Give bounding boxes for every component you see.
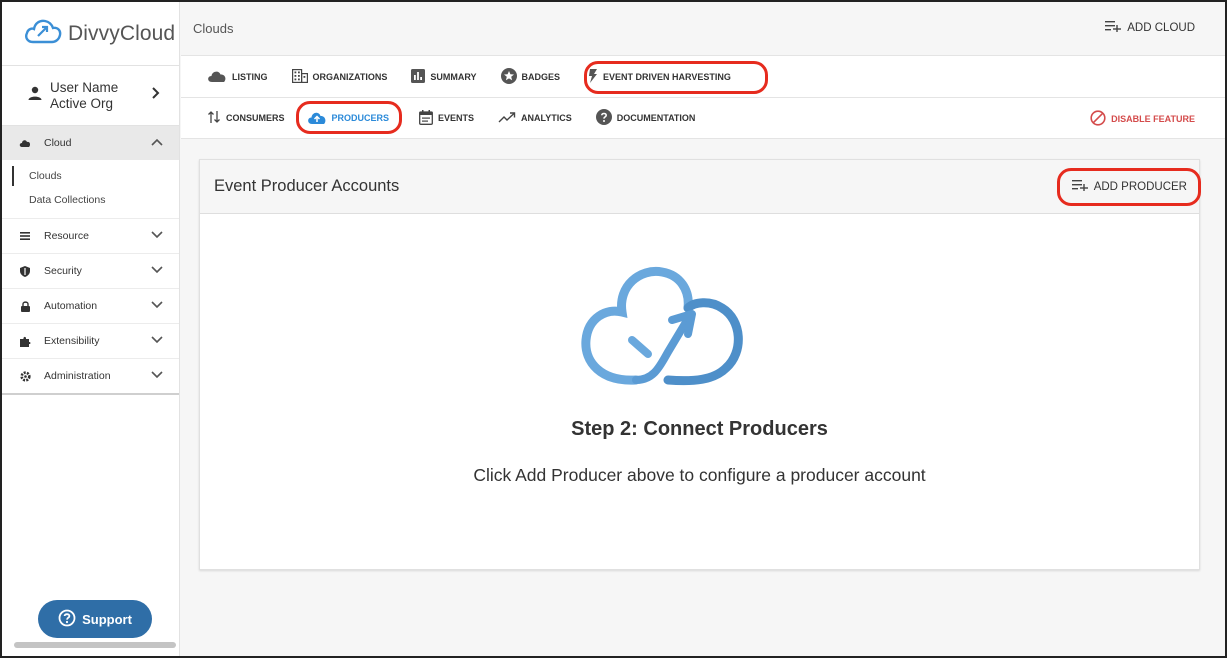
calendar-icon [419, 109, 433, 127]
sidebar-section-label: Security [44, 265, 82, 277]
user-menu[interactable]: User Name Active Org [2, 66, 179, 126]
chevron-right-icon [151, 86, 161, 105]
tab-label: ORGANIZATIONS [312, 71, 388, 82]
tab-documentation[interactable]: DOCUMENTATION [595, 109, 696, 127]
tab-label: DOCUMENTATION [616, 113, 696, 123]
tab-label: EVENTS [438, 113, 475, 123]
chevron-up-icon[interactable] [151, 137, 163, 149]
add-cloud-button[interactable]: ADD CLOUD [1105, 20, 1195, 35]
card-title: Event Producer Accounts [214, 177, 400, 195]
primary-tabs: LISTING ORGANIZATIONS SUMMARY BADGES EVE… [181, 56, 1225, 98]
cloud-submenu: Clouds Data Collections [2, 160, 179, 218]
chevron-down-icon[interactable] [151, 265, 163, 277]
sort-arrows-icon [207, 110, 221, 126]
chevron-down-icon[interactable] [151, 300, 163, 312]
divvycloud-logo-icon [24, 16, 62, 51]
puzzle-icon [18, 336, 32, 347]
page-title: Clouds [193, 21, 234, 36]
add-cloud-label: ADD CLOUD [1127, 21, 1195, 34]
lock-icon [18, 300, 32, 312]
list-icon [18, 232, 32, 240]
tab-label: ANALYTICS [521, 113, 572, 123]
empty-state-subtitle: Click Add Producer above to configure a … [473, 465, 926, 485]
tab-label: LISTING [232, 71, 268, 82]
trend-icon [498, 111, 516, 125]
building-icon [291, 68, 308, 85]
card-header: Event Producer Accounts ADD PRODUCER [200, 160, 1201, 214]
cloud-icon [207, 70, 227, 84]
sidebar-section-label: Extensibility [44, 335, 100, 347]
block-icon [1090, 110, 1106, 128]
tab-badges[interactable]: BADGES [500, 67, 561, 86]
highlight-producers [296, 101, 402, 134]
producer-accounts-card: Event Producer Accounts ADD PRODUCER Ste… [199, 159, 1201, 570]
support-label: Support [82, 611, 132, 627]
sidebar: DivvyCloud User Name Active Org Cloud Cl… [2, 2, 180, 656]
support-button[interactable]: Support [38, 600, 152, 638]
tab-summary[interactable]: SUMMARY [411, 68, 477, 85]
sidebar-section-extensibility[interactable]: Extensibility [2, 324, 179, 358]
sidebar-section-cloud[interactable]: Cloud [2, 126, 179, 160]
sidebar-section-security[interactable]: Security [2, 254, 179, 288]
playlist-add-icon [1105, 20, 1122, 35]
page-header: Clouds ADD CLOUD [181, 2, 1225, 56]
help-icon [595, 109, 612, 127]
logo[interactable]: DivvyCloud [2, 2, 179, 66]
sidebar-scrollbar[interactable] [14, 642, 176, 648]
tab-listing[interactable]: LISTING [207, 70, 268, 84]
sidebar-section-label: Cloud [44, 137, 72, 149]
disable-feature-button[interactable]: DISABLE FEATURE [1090, 110, 1195, 128]
app-window: DivvyCloud User Name Active Org Cloud Cl… [0, 0, 1227, 658]
chevron-down-icon[interactable] [151, 335, 163, 347]
sidebar-section-administration[interactable]: Administration [2, 359, 179, 393]
help-circle-icon [58, 609, 76, 630]
star-badge-icon [500, 67, 517, 86]
main-content: Clouds ADD CLOUD LISTING ORGANIZATIONS S… [181, 2, 1225, 656]
user-name: User Name [50, 79, 119, 95]
sidebar-item-clouds[interactable]: Clouds [2, 164, 179, 188]
active-org: Active Org [50, 95, 114, 111]
shield-icon [18, 265, 32, 277]
tab-events[interactable]: EVENTS [419, 109, 475, 127]
highlight-event-driven-harvesting [584, 61, 768, 94]
cloud-sync-icon [576, 262, 748, 397]
highlight-add-producer [1057, 168, 1201, 206]
cloud-icon [18, 139, 32, 147]
tab-label: BADGES [521, 71, 561, 82]
tab-analytics[interactable]: ANALYTICS [498, 111, 572, 125]
sidebar-item-data-collections[interactable]: Data Collections [2, 188, 179, 212]
tab-consumers[interactable]: CONSUMERS [207, 110, 285, 126]
user-icon [28, 86, 42, 105]
chevron-down-icon[interactable] [151, 370, 163, 382]
tab-label: SUMMARY [430, 71, 477, 82]
bar-chart-icon [411, 68, 426, 85]
disable-feature-label: DISABLE FEATURE [1111, 114, 1195, 124]
secondary-tabs: CONSUMERS PRODUCERS EVENTS ANALYTICS DOC… [181, 98, 1225, 139]
chevron-down-icon[interactable] [151, 230, 163, 242]
logo-text: DivvyCloud [68, 21, 176, 45]
empty-state-title: Step 2: Connect Producers [571, 418, 828, 440]
tab-organizations[interactable]: ORGANIZATIONS [291, 68, 388, 85]
gear-icon [18, 370, 32, 382]
sidebar-section-label: Resource [44, 230, 89, 242]
sidebar-section-label: Automation [44, 300, 98, 312]
sidebar-section-label: Administration [44, 370, 111, 382]
tab-label: CONSUMERS [226, 113, 285, 123]
sidebar-section-resource[interactable]: Resource [2, 219, 179, 253]
sidebar-section-automation[interactable]: Automation [2, 289, 179, 323]
